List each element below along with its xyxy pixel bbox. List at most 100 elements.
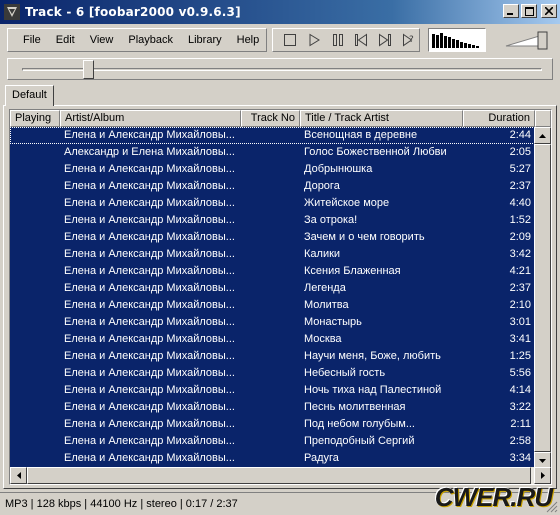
tab-default[interactable]: Default (5, 85, 54, 106)
menu-library[interactable]: Library (179, 34, 228, 46)
track-row[interactable]: Елена и Александр Михайловы... Молитва 2:1… (10, 297, 535, 314)
volume-control[interactable] (500, 28, 554, 52)
cell-duration: 3:01 (509, 316, 531, 328)
column-track-no[interactable]: Track No (241, 110, 300, 127)
seek-thumb[interactable] (83, 60, 95, 79)
cell-title: Небесный гость (304, 367, 386, 379)
cell-duration: 2:37 (509, 282, 531, 294)
minimize-button[interactable] (503, 4, 519, 18)
track-row[interactable]: Александр и Елена Михайловы... Голос Боже… (10, 144, 535, 161)
track-row[interactable]: Елена и Александр Михайловы... Калики 3:42 (10, 246, 535, 263)
arrow-down-icon (539, 458, 546, 463)
random-icon: ? (403, 33, 414, 47)
cell-track-no (241, 433, 300, 450)
foobar-app-icon[interactable] (4, 4, 20, 20)
playlist-view[interactable]: Playing Artist/Album Track No Title / Tr… (9, 109, 552, 485)
cell-playing (10, 382, 60, 399)
track-row[interactable]: Елена и Александр Михайловы... Москва 3:41 (10, 331, 535, 348)
vertical-scrollbar[interactable] (534, 127, 551, 469)
track-row[interactable]: Елена и Александр Михайловы... Монастырь 3… (10, 314, 535, 331)
cell-title: За отрока! (304, 214, 358, 226)
track-list: Елена и Александр Михайловы... Всенощная … (10, 127, 535, 469)
title-bar[interactable]: Track - 6 [foobar2000 v0.9.6.3] (0, 0, 560, 24)
cell-track-no (241, 178, 300, 195)
column-header-row: Playing Artist/Album Track No Title / Tr… (10, 110, 551, 127)
cell-artist-album: Елена и Александр Михайловы... (64, 248, 235, 260)
track-row[interactable]: Елена и Александр Михайловы... Добрынюшка… (10, 161, 535, 178)
track-row[interactable]: Елена и Александр Михайловы... Радуга 3:34 (10, 450, 535, 467)
spectrum-bar (452, 39, 455, 48)
track-row[interactable]: Елена и Александр Михайловы... Песнь моли… (10, 399, 535, 416)
cell-title: Преподобный Сергий (304, 435, 415, 447)
column-title[interactable]: Title / Track Artist (300, 110, 463, 127)
cell-duration: 4:40 (509, 197, 531, 209)
cell-track-no (241, 280, 300, 297)
play-icon (309, 33, 320, 47)
cell-duration: 3:41 (509, 333, 531, 345)
cell-title: Под небом голубым... (304, 418, 415, 430)
cell-playing (10, 161, 60, 178)
previous-button[interactable] (351, 31, 371, 49)
track-row[interactable]: Елена и Александр Михайловы... Под небом … (10, 416, 535, 433)
column-playing[interactable]: Playing (10, 110, 60, 127)
cell-title: Ночь тиха над Палестиной (304, 384, 442, 396)
cell-duration: 2:10 (509, 299, 531, 311)
menu-edit[interactable]: Edit (47, 34, 81, 46)
cell-track-no (241, 382, 300, 399)
next-button[interactable] (375, 31, 395, 49)
cell-playing (10, 229, 60, 246)
volume-slider[interactable] (500, 28, 554, 52)
scroll-left-button[interactable] (10, 467, 27, 484)
column-duration[interactable]: Duration (463, 110, 535, 127)
spectrum-bar (448, 37, 451, 48)
track-row[interactable]: Елена и Александр Михайловы... Преподобны… (10, 433, 535, 450)
cell-title: Песнь молитвенная (304, 401, 406, 413)
column-artist-album[interactable]: Artist/Album (60, 110, 241, 127)
cell-duration: 4:21 (509, 265, 531, 277)
resize-grip-icon[interactable] (546, 501, 558, 513)
cell-track-no (241, 331, 300, 348)
scroll-up-button[interactable] (534, 127, 551, 144)
menu-file[interactable]: File (14, 34, 47, 46)
track-row[interactable]: Елена и Александр Михайловы... Научи меня… (10, 348, 535, 365)
cell-artist-album: Елена и Александр Михайловы... (64, 350, 235, 362)
cell-title: Молитва (304, 299, 349, 311)
track-row[interactable]: Елена и Александр Михайловы... Легенда 2:3… (10, 280, 535, 297)
cell-playing (10, 450, 60, 467)
track-row[interactable]: Елена и Александр Михайловы... За отрока!… (10, 212, 535, 229)
track-row[interactable]: Елена и Александр Михайловы... Дорога 2:37 (10, 178, 535, 195)
cell-track-no (241, 348, 300, 365)
cell-artist-album: Елена и Александр Михайловы... (64, 401, 235, 413)
window-title: Track - 6 [foobar2000 v0.9.6.3] (25, 5, 241, 19)
cell-track-no (241, 450, 300, 467)
track-row[interactable]: Елена и Александр Михайловы... Небесный г… (10, 365, 535, 382)
spectrum-visualization[interactable] (428, 28, 486, 52)
pause-button[interactable] (328, 31, 348, 49)
track-row[interactable]: Елена и Александр Михайловы... Зачем и о … (10, 229, 535, 246)
cell-playing (10, 348, 60, 365)
play-button[interactable] (304, 31, 324, 49)
cell-track-no (241, 161, 300, 178)
maximize-button[interactable] (521, 4, 537, 18)
playback-controls: ? (272, 28, 420, 52)
cell-duration: 3:34 (509, 452, 531, 464)
track-row[interactable]: Елена и Александр Михайловы... Ксения Бла… (10, 263, 535, 280)
arrow-up-icon (539, 133, 546, 138)
menu-playback[interactable]: Playback (119, 34, 179, 46)
vertical-scroll-thumb[interactable] (534, 144, 551, 452)
stop-button[interactable] (280, 31, 300, 49)
track-row[interactable]: Елена и Александр Михайловы... Ночь тиха … (10, 382, 535, 399)
cell-title: Добрынюшка (304, 163, 373, 175)
close-button[interactable] (541, 4, 557, 18)
spectrum-bar (460, 42, 463, 48)
cell-playing (10, 212, 60, 229)
track-row[interactable]: Елена и Александр Михайловы... Всенощная … (10, 127, 535, 144)
spectrum-bar (436, 35, 439, 48)
cell-artist-album: Елена и Александр Михайловы... (64, 214, 235, 226)
random-button[interactable]: ? (399, 31, 419, 49)
cell-playing (10, 433, 60, 450)
track-row[interactable]: Елена и Александр Михайловы... Житейское … (10, 195, 535, 212)
menu-view[interactable]: View (81, 34, 120, 46)
menu-help[interactable]: Help (228, 34, 266, 46)
seek-track[interactable] (22, 68, 542, 71)
